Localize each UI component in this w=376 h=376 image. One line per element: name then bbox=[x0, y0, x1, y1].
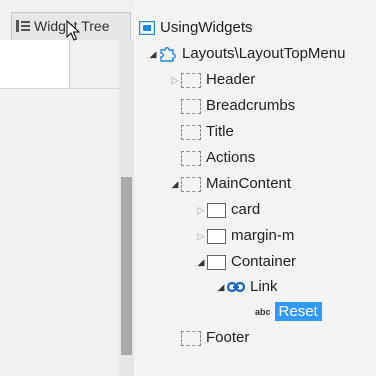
tree-node-label: card bbox=[231, 201, 261, 219]
tree-node-actions[interactable]: Actions bbox=[181, 148, 255, 168]
tree-node-maincontent[interactable]: ◢ MainContent bbox=[169, 174, 292, 194]
container-icon bbox=[207, 202, 226, 218]
tree-node-label-selected: Reset bbox=[274, 302, 322, 322]
tree-node-label: margin-m bbox=[231, 227, 295, 245]
placeholder-icon bbox=[181, 330, 201, 346]
tree-node-label: Breadcrumbs bbox=[206, 97, 296, 115]
placeholder-icon bbox=[181, 150, 201, 166]
tree-node-label: Title bbox=[206, 123, 234, 141]
container-icon bbox=[207, 228, 226, 244]
divider bbox=[0, 88, 119, 89]
tree-node-layouttopmenu[interactable]: ◢ Layouts\LayoutTopMenu bbox=[147, 44, 346, 64]
tree-node-title[interactable]: Title bbox=[181, 122, 234, 142]
expand-caret-icon[interactable]: ▷ bbox=[169, 70, 181, 90]
tree-node-breadcrumbs[interactable]: Breadcrumbs bbox=[181, 96, 295, 116]
tree-node-label: MainContent bbox=[206, 175, 292, 193]
tree-node-link[interactable]: ◢ Link bbox=[215, 277, 278, 297]
placeholder-icon bbox=[181, 98, 201, 114]
tree-node-label: Footer bbox=[206, 329, 250, 347]
widget-tree: UsingWidgets ◢ Layouts\LayoutTopMenu ▷ He… bbox=[135, 0, 376, 376]
tree-node-label: Link bbox=[250, 278, 278, 296]
placeholder-icon bbox=[181, 124, 201, 140]
placeholder-icon bbox=[181, 72, 201, 88]
placeholder-icon bbox=[181, 176, 201, 192]
link-icon bbox=[227, 281, 245, 293]
tree-icon bbox=[16, 20, 30, 32]
expand-caret-icon[interactable]: ◢ bbox=[169, 174, 181, 194]
expand-caret-icon[interactable]: ◢ bbox=[215, 277, 227, 297]
tree-node-card[interactable]: ▷ card bbox=[195, 200, 261, 220]
text-icon: abc bbox=[255, 307, 271, 318]
panel-content-area bbox=[0, 40, 70, 89]
expand-caret-icon[interactable]: ◢ bbox=[195, 252, 207, 272]
tree-node-header[interactable]: ▷ Header bbox=[169, 70, 256, 90]
tree-node-footer[interactable]: Footer bbox=[181, 328, 249, 348]
container-icon bbox=[207, 254, 226, 270]
tree-node-label: Header bbox=[206, 71, 256, 89]
tree-node-label: Actions bbox=[206, 149, 256, 167]
screen-icon bbox=[139, 21, 155, 36]
scrollbar-thumb[interactable] bbox=[121, 177, 132, 355]
expand-caret-icon[interactable]: ▷ bbox=[195, 226, 207, 246]
tree-node-container[interactable]: ◢ Container bbox=[195, 252, 297, 272]
mouse-cursor-icon bbox=[66, 20, 80, 41]
tree-node-label: Layouts\LayoutTopMenu bbox=[182, 45, 346, 63]
tree-node-label: UsingWidgets bbox=[160, 19, 253, 37]
tree-node-label: Container bbox=[231, 253, 297, 271]
puzzle-icon bbox=[160, 47, 176, 62]
tree-node-reset[interactable]: abc Reset bbox=[255, 302, 322, 322]
tree-node-usingwidgets[interactable]: UsingWidgets bbox=[139, 18, 253, 38]
expand-caret-icon[interactable]: ▷ bbox=[195, 200, 207, 220]
left-panel: Widget Tree bbox=[0, 0, 135, 376]
tree-node-margin-m[interactable]: ▷ margin-m bbox=[195, 226, 295, 246]
expand-caret-icon[interactable]: ◢ bbox=[147, 44, 159, 64]
